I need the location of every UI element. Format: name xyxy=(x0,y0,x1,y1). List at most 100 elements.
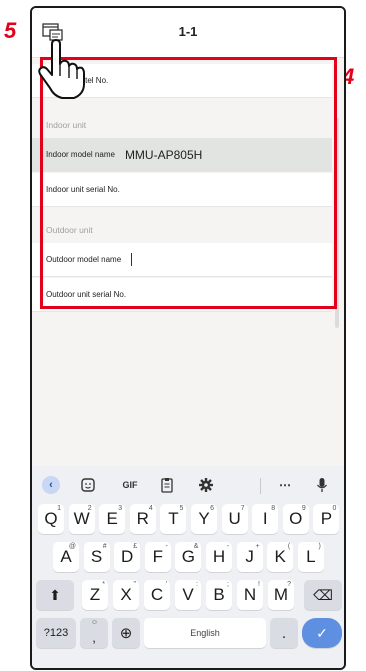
key-h[interactable]: -H xyxy=(206,542,232,572)
key-p[interactable]: 0P xyxy=(313,504,340,534)
key-hint: 3 xyxy=(118,505,123,512)
mic-icon[interactable] xyxy=(316,476,328,494)
key-z[interactable]: * Z xyxy=(82,580,108,610)
key-hint: @ xyxy=(68,543,76,550)
key-l[interactable]: ) L xyxy=(297,542,324,572)
key-hint: " xyxy=(133,581,137,588)
key-b[interactable]: ; B xyxy=(206,580,232,610)
gif-button[interactable]: GIF xyxy=(118,476,142,494)
key-hint: ? xyxy=(287,581,291,588)
key-label: A xyxy=(60,547,72,566)
key-c[interactable]: ' C xyxy=(144,580,170,610)
space-bar[interactable]: English xyxy=(144,618,266,648)
key-label: G xyxy=(181,547,195,566)
key-hint: 5 xyxy=(179,505,184,512)
key-label: J xyxy=(245,547,254,566)
key-hint: ! xyxy=(258,581,260,588)
symbols-key[interactable]: ?123 xyxy=(36,618,76,648)
key-label: Y xyxy=(198,509,210,528)
enter-check-icon[interactable]: ✓ xyxy=(302,618,342,648)
key-label: Q xyxy=(44,509,58,528)
key-label: X xyxy=(120,585,132,604)
key-hint: 1 xyxy=(57,505,61,512)
key-label: T xyxy=(168,509,179,528)
key-g[interactable]: & G xyxy=(175,542,202,572)
pointing-hand-icon xyxy=(38,39,85,99)
key-n[interactable]: ! N xyxy=(237,580,263,610)
key-hint: ) xyxy=(318,543,321,550)
key-label: L xyxy=(306,547,316,566)
key-label: R xyxy=(136,509,149,528)
key-hint: ' xyxy=(165,581,167,588)
key-w[interactable]: 2W xyxy=(68,504,95,534)
key-y[interactable]: 6Y xyxy=(191,504,217,534)
key-hint: 0 xyxy=(332,505,337,512)
comma-label: , xyxy=(92,629,96,645)
key-m[interactable]: ? M xyxy=(268,580,294,610)
page-title: 1-1 xyxy=(178,24,198,39)
toolbar-divider xyxy=(260,478,261,494)
key-o[interactable]: 9O xyxy=(282,504,309,534)
key-i[interactable]: 8I xyxy=(252,504,279,534)
emoji-comma-key[interactable]: ☺ , xyxy=(80,618,108,648)
key-hint: 9 xyxy=(301,505,306,512)
key-label: E xyxy=(106,509,118,528)
key-label: B xyxy=(213,585,225,604)
sticker-icon[interactable] xyxy=(80,476,96,494)
key-label: F xyxy=(152,547,163,566)
shift-key[interactable]: ⬆ xyxy=(36,580,74,610)
key-s[interactable]: # S xyxy=(83,542,110,572)
key-label: P xyxy=(320,509,333,528)
keyboard-toolbar: ‹ GIF ⋯ xyxy=(32,470,344,500)
gear-icon[interactable] xyxy=(198,476,214,494)
step-5-callout: 5 xyxy=(4,18,17,43)
page: 5 4 1-1 tact tel No. Indoor unit Indoor … xyxy=(0,0,366,671)
key-f[interactable]: -F xyxy=(144,542,171,572)
key-hint: * xyxy=(102,581,105,588)
key-d[interactable]: £ D xyxy=(114,542,141,572)
emoji-hint-icon: ☺ xyxy=(90,619,98,626)
key-hint: £ xyxy=(133,543,138,550)
key-label: S xyxy=(90,547,103,566)
key-label: N xyxy=(243,585,257,604)
key-hint: 6 xyxy=(210,505,214,512)
key-v[interactable]: :V xyxy=(175,580,201,610)
key-hint: 7 xyxy=(240,505,245,512)
key-t[interactable]: 5T xyxy=(160,504,187,534)
key-hint: ( xyxy=(287,543,291,550)
key-label: K xyxy=(274,547,286,566)
key-label: Z xyxy=(89,585,101,604)
key-x[interactable]: " X xyxy=(113,580,139,610)
key-hint: # xyxy=(102,543,107,550)
period-key[interactable]: . xyxy=(270,618,298,648)
key-label: C xyxy=(150,585,164,604)
key-hint: : xyxy=(196,581,198,588)
key-hint: - xyxy=(165,543,168,550)
clipboard-icon[interactable] xyxy=(160,476,174,494)
key-u[interactable]: 7U xyxy=(221,504,248,534)
back-icon[interactable]: ‹ xyxy=(42,476,60,494)
key-hint: 2 xyxy=(87,505,92,512)
more-icon[interactable]: ⋯ xyxy=(276,476,294,494)
globe-icon[interactable]: ⊕ xyxy=(112,618,140,648)
key-r[interactable]: 4R xyxy=(129,504,156,534)
virtual-keyboard: ‹ GIF ⋯ 1 Q 2 W 3 E 4 R 5 T 6 Y 7 U 8 I … xyxy=(32,466,344,668)
key-hint: - xyxy=(226,543,229,550)
key-k[interactable]: (K xyxy=(267,542,294,572)
key-hint: 4 xyxy=(148,505,153,512)
key-label: W xyxy=(73,509,90,528)
key-a[interactable]: @ A xyxy=(53,542,79,572)
key-label: U xyxy=(228,509,241,528)
key-label: D xyxy=(121,547,134,566)
key-q[interactable]: 1Q xyxy=(38,504,64,534)
key-hint: ; xyxy=(227,581,229,588)
key-j[interactable]: + J xyxy=(236,542,263,572)
key-hint: & xyxy=(193,543,199,550)
backspace-key[interactable]: ⌫ xyxy=(304,580,342,610)
key-hint: 8 xyxy=(271,505,276,512)
key-label: V xyxy=(182,585,194,604)
key-e[interactable]: 3E xyxy=(99,504,126,534)
key-label: H xyxy=(212,547,226,566)
key-label: M xyxy=(273,585,289,604)
key-label: O xyxy=(289,509,303,528)
